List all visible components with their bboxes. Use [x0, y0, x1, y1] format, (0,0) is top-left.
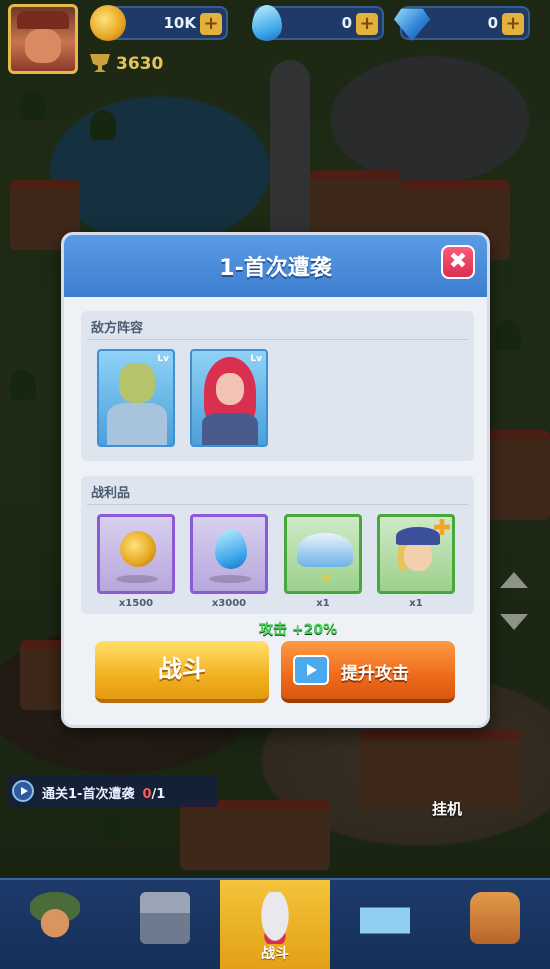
enemy-lineup-section: 敌方阵容 Lv Lv: [81, 311, 474, 461]
loot-label: 战利品: [91, 486, 131, 501]
shop-cart-icon: [360, 892, 410, 944]
gem-amount: 0: [487, 14, 498, 32]
water-counter: 0 +: [252, 5, 384, 41]
backpack-icon: [470, 892, 520, 944]
afk-label[interactable]: 挂机: [432, 798, 462, 819]
water-drop-icon: [252, 5, 282, 41]
quest-progress-total: /1: [151, 787, 166, 802]
nav-battle[interactable]: 战斗: [220, 880, 330, 969]
enemy-lineup-label: 敌方阵容: [91, 321, 144, 336]
nav-shop[interactable]: [330, 880, 440, 969]
boost-attack-button[interactable]: 提升攻击: [281, 641, 455, 703]
trophy-icon: [90, 54, 110, 72]
reward-quantity: x1: [316, 598, 330, 609]
nav-build[interactable]: [110, 880, 220, 969]
close-button[interactable]: ✖: [441, 245, 475, 279]
nav-bag[interactable]: [440, 880, 550, 969]
add-water-button[interactable]: +: [356, 13, 378, 35]
add-gems-button[interactable]: +: [502, 13, 524, 35]
fight-button[interactable]: 战斗: [95, 641, 269, 703]
loot-section: 战利品 x1500 x3000 ★ x1 x1: [81, 476, 474, 614]
quest-progress-current: 0: [142, 787, 152, 802]
reward-quantity: x1: [409, 598, 423, 609]
scroll-up-arrow-icon[interactable]: [500, 572, 528, 588]
level-icon: Lv: [157, 354, 169, 364]
trophy-amount: 3630: [116, 54, 164, 74]
play-icon: [12, 780, 34, 802]
scroll-down-arrow-icon[interactable]: [500, 614, 528, 630]
rocket-icon: [250, 892, 300, 944]
quest-text: 通关1-首次遭袭: [42, 787, 135, 802]
coin-amount: 10K: [163, 14, 197, 32]
hero-portrait-icon: [394, 527, 442, 581]
attack-bonus-text: 攻击 +20%: [259, 622, 338, 638]
player-avatar[interactable]: [8, 4, 78, 74]
reward-quantity: x3000: [211, 598, 247, 609]
nav-heroes[interactable]: [0, 880, 110, 969]
nav-battle-label: 战斗: [261, 946, 289, 962]
cap-icon: [297, 533, 353, 567]
add-coins-button[interactable]: +: [200, 13, 222, 35]
coin-counter: 10K +: [90, 5, 228, 41]
bottom-navigation: 战斗: [0, 878, 550, 969]
dialog-title: 1-首次遭袭: [219, 256, 332, 281]
coin-icon: [120, 531, 156, 567]
quest-tracker[interactable]: 通关1-首次遭袭 0/1: [8, 775, 218, 807]
building-icon: [140, 892, 190, 944]
water-drop-icon: [215, 529, 247, 569]
enemy-card-girl[interactable]: Lv: [190, 349, 268, 447]
reward-quantity: x1500: [118, 598, 154, 609]
reward-hero[interactable]: x1: [377, 514, 455, 609]
level-icon: Lv: [250, 354, 262, 364]
soldier-icon: [30, 892, 80, 944]
reward-water[interactable]: x3000: [190, 514, 268, 609]
reward-coin[interactable]: x1500: [97, 514, 175, 609]
gem-counter: 0 +: [394, 6, 530, 41]
star-icon: ★: [321, 571, 332, 585]
enemy-card-zombie[interactable]: Lv: [97, 349, 175, 447]
coin-icon: [90, 5, 126, 41]
trophy-counter: 3630: [90, 54, 163, 74]
water-amount: 0: [341, 14, 352, 32]
boost-attack-label: 提升攻击: [341, 664, 409, 684]
video-ad-icon: [293, 655, 329, 685]
reward-cap[interactable]: ★ x1: [284, 514, 362, 609]
